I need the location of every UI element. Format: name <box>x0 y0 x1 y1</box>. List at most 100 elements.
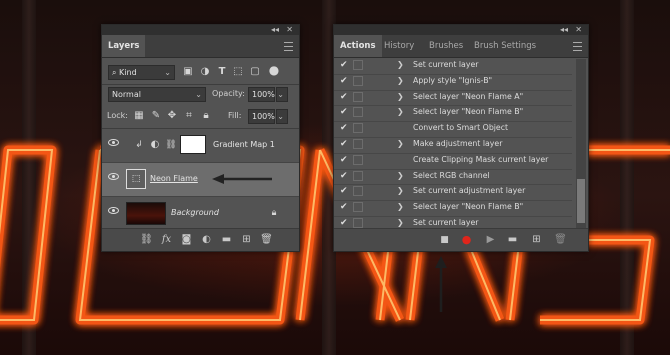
pixel-filter-icon[interactable]: ▣ <box>182 66 194 78</box>
type-filter-icon[interactable]: T <box>216 66 228 78</box>
dialog-toggle-box[interactable] <box>353 186 363 197</box>
action-row[interactable]: ✔ Convert to Smart Object <box>334 121 572 138</box>
chevron-right-icon[interactable]: ❯ <box>397 139 404 148</box>
action-row[interactable]: ✔ ❯ Set current layer <box>334 58 572 75</box>
fill-label: Fill: <box>228 111 242 120</box>
chevron-right-icon[interactable]: ❯ <box>397 60 404 69</box>
search-icon: ⌕ <box>112 68 120 77</box>
fill-dropdown-button[interactable]: ⌄ <box>276 109 288 124</box>
new-group-icon[interactable]: ▬ <box>220 234 233 246</box>
new-layer-icon[interactable]: ⊞ <box>240 234 253 246</box>
chevron-right-icon[interactable]: ❯ <box>397 186 404 195</box>
panel-header-strip: ◂◂ ✕ <box>334 25 588 35</box>
dialog-toggle-box[interactable] <box>353 218 363 228</box>
action-row[interactable]: ✔ ❯ Select layer "Neon Flame B" <box>334 200 572 217</box>
checkmark-icon[interactable]: ✔ <box>340 218 348 228</box>
new-adjustment-layer-icon[interactable]: ◐ <box>200 234 213 246</box>
delete-action-icon[interactable]: 🗑︎ <box>554 234 567 246</box>
record-icon[interactable]: ● <box>460 234 473 246</box>
dialog-toggle-box[interactable] <box>353 154 363 165</box>
action-row[interactable]: ✔ ❯ Apply style "Ignis-B" <box>334 74 572 91</box>
tab-brush-settings[interactable]: Brush Settings <box>468 35 542 57</box>
new-set-icon[interactable]: ▬ <box>506 234 519 246</box>
checkmark-icon[interactable]: ✔ <box>340 155 348 165</box>
checkmark-icon[interactable]: ✔ <box>340 92 348 102</box>
dialog-toggle-box[interactable] <box>353 170 363 181</box>
tab-actions[interactable]: Actions <box>334 35 382 57</box>
dialog-toggle-box[interactable] <box>353 139 363 149</box>
chevron-right-icon[interactable]: ❯ <box>397 107 404 116</box>
lock-transparent-pixels-icon[interactable]: ▦ <box>133 110 145 122</box>
close-icon[interactable]: ✕ <box>575 25 582 35</box>
tab-brushes[interactable]: Brushes <box>423 35 469 57</box>
checkmark-icon[interactable]: ✔ <box>340 123 348 133</box>
new-action-icon[interactable]: ⊞ <box>530 234 543 246</box>
action-row[interactable]: ✔ ❯ Select RGB channel <box>334 169 572 186</box>
fx-icon[interactable]: fx <box>160 234 173 246</box>
layer-row-neon-flame[interactable]: ⬚ Neon Flame <box>102 163 299 197</box>
panel-menu-icon[interactable] <box>284 42 293 51</box>
link-layers-icon[interactable]: ⛓ <box>140 234 153 246</box>
stop-recording-icon[interactable]: ■ <box>438 234 451 246</box>
chevron-right-icon[interactable]: ❯ <box>397 76 404 85</box>
shape-filter-icon[interactable]: ⬚ <box>232 66 244 78</box>
lock-all-icon[interactable]: 🔒︎ <box>200 110 212 122</box>
panel-menu-icon[interactable] <box>573 42 582 51</box>
action-row[interactable]: ✔ ❯ Set current adjustment layer <box>334 184 572 202</box>
fill-input[interactable]: 100% <box>248 109 275 124</box>
actions-scrollbar[interactable] <box>576 59 586 233</box>
action-label: Create Clipping Mask current layer <box>413 154 549 164</box>
adjustment-layer-icon: ◐ <box>150 139 160 150</box>
adjustment-filter-icon[interactable]: ◑ <box>199 66 211 78</box>
visibility-eye-icon[interactable] <box>108 139 119 146</box>
action-row[interactable]: ✔ Create Clipping Mask current layer <box>334 153 572 170</box>
dialog-toggle-box[interactable] <box>353 107 363 118</box>
blend-mode-select[interactable]: Normal ⌄ <box>108 87 206 102</box>
chevron-right-icon[interactable]: ❯ <box>397 92 404 101</box>
checkmark-icon[interactable]: ✔ <box>340 107 348 117</box>
add-mask-icon[interactable]: ◙ <box>180 234 193 246</box>
play-icon[interactable]: ▶ <box>484 234 497 246</box>
opacity-input[interactable]: 100% <box>248 87 275 102</box>
checkmark-icon[interactable]: ✔ <box>340 76 348 86</box>
smart-object-filter-icon[interactable]: ▢ <box>249 66 261 78</box>
filter-toggle-icon[interactable]: ● <box>268 64 280 76</box>
layer-row-background[interactable]: Background 🔒︎ <box>102 197 299 230</box>
clip-arrow-icon: ↲ <box>135 140 143 150</box>
collapse-icon[interactable]: ◂◂ <box>560 25 568 35</box>
tab-layers[interactable]: Layers <box>102 35 146 57</box>
chevron-right-icon[interactable]: ❯ <box>397 218 404 227</box>
checkmark-icon[interactable]: ✔ <box>340 202 348 212</box>
dialog-toggle-box[interactable] <box>353 123 363 134</box>
collapse-icon[interactable]: ◂◂ <box>271 25 279 35</box>
visibility-eye-icon[interactable] <box>108 207 119 214</box>
scrollbar-thumb[interactable] <box>577 179 585 223</box>
checkmark-icon[interactable]: ✔ <box>340 139 348 149</box>
lock-image-pixels-icon[interactable]: ✎ <box>150 110 162 122</box>
action-label: Select layer "Neon Flame A" <box>413 91 524 101</box>
action-row[interactable]: ✔ ❯ Select layer "Neon Flame A" <box>334 90 572 107</box>
visibility-eye-icon[interactable] <box>108 173 119 180</box>
chevron-right-icon[interactable]: ❯ <box>397 202 404 211</box>
layer-filter-select[interactable]: ⌕ Kind ⌄ <box>108 65 175 80</box>
dialog-toggle-box[interactable] <box>353 91 363 102</box>
close-icon[interactable]: ✕ <box>286 25 293 35</box>
divider <box>102 84 299 85</box>
checkmark-icon[interactable]: ✔ <box>340 60 348 70</box>
actions-bottom-toolbar: ■ ● ▶ ▬ ⊞ 🗑︎ <box>334 228 588 251</box>
checkmark-icon[interactable]: ✔ <box>340 171 348 181</box>
lock-position-icon[interactable]: ✥ <box>166 110 178 122</box>
opacity-dropdown-button[interactable]: ⌄ <box>276 87 288 102</box>
checkmark-icon[interactable]: ✔ <box>340 186 348 196</box>
dialog-toggle-box[interactable] <box>353 202 363 213</box>
chevron-right-icon[interactable]: ❯ <box>397 171 404 180</box>
lock-artboard-icon[interactable]: ⌗ <box>183 110 195 122</box>
chevron-down-icon: ⌄ <box>277 90 284 99</box>
action-row[interactable]: ✔ ❯ Select layer "Neon Flame B" <box>334 105 572 123</box>
action-row[interactable]: ✔ ❯ Make adjustment layer <box>334 137 572 154</box>
dialog-toggle-box[interactable] <box>353 60 363 70</box>
layer-row-gradient-map[interactable]: ↲ ◐ ⛓ Gradient Map 1 <box>102 129 299 163</box>
delete-layer-icon[interactable]: 🗑︎ <box>260 234 273 246</box>
dialog-toggle-box[interactable] <box>353 75 363 86</box>
tab-history[interactable]: History <box>378 35 420 57</box>
